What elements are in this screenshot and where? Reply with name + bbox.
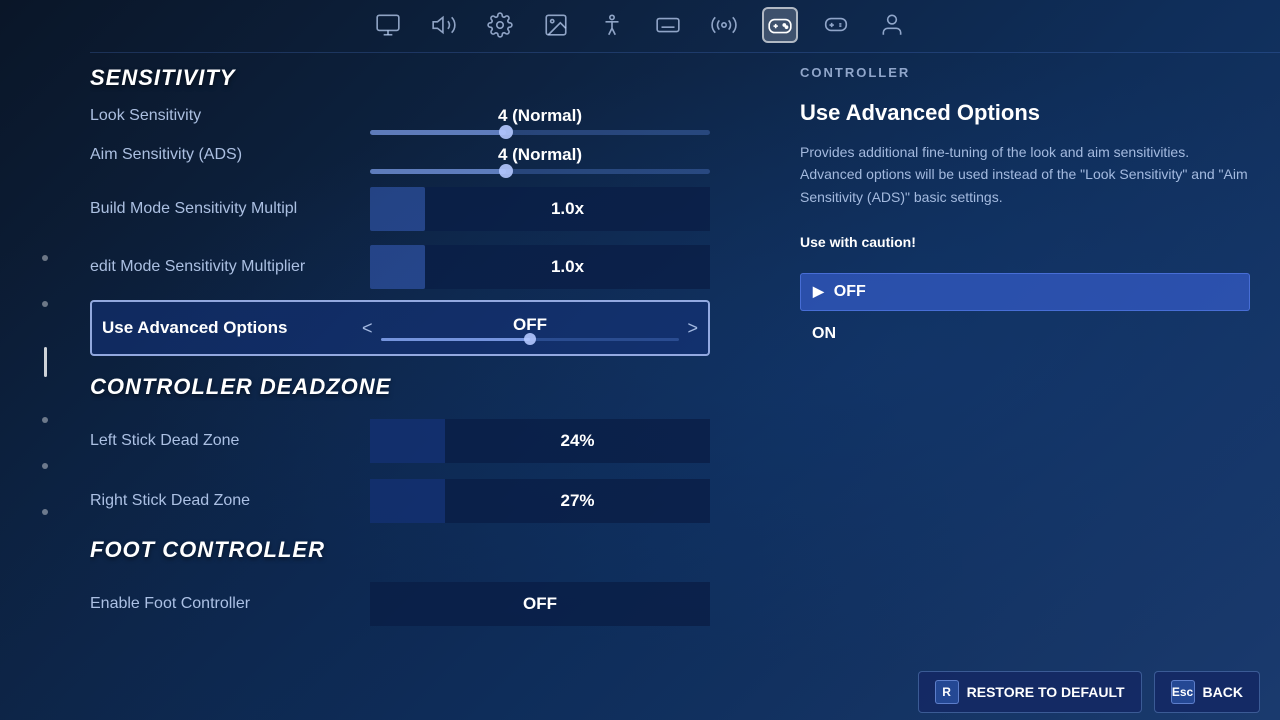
sensitivity-header: SENSITIVITY: [90, 65, 710, 91]
nav-settings[interactable]: [482, 7, 518, 43]
option-on[interactable]: ON: [800, 315, 1250, 353]
advanced-options-slider: [381, 338, 680, 341]
sidebar-dot-1: [42, 255, 48, 261]
enable-foot-controller-value: OFF: [370, 582, 710, 626]
nav-monitor[interactable]: [370, 7, 406, 43]
aim-sensitivity-row: Aim Sensitivity (ADS) 4 (Normal): [90, 145, 710, 174]
right-panel-section-title: CONTROLLER: [800, 65, 1250, 80]
right-panel-desc-text: Provides additional fine-tuning of the l…: [800, 144, 1248, 205]
aim-sensitivity-value: 4 (Normal): [370, 145, 710, 165]
build-mode-row: Build Mode Sensitivity Multipl 1.0x: [90, 184, 710, 234]
build-mode-value: 1.0x: [425, 187, 710, 231]
advanced-options-right-arrow[interactable]: >: [687, 318, 698, 339]
deadzone-header: CONTROLLER DEADZONE: [90, 374, 710, 400]
main-content: SENSITIVITY Look Sensitivity 4 (Normal) …: [90, 55, 710, 660]
right-panel: CONTROLLER Use Advanced Options Provides…: [770, 55, 1280, 367]
enable-foot-controller-row: Enable Foot Controller OFF: [90, 578, 710, 630]
left-stick-deadzone-label: Left Stick Dead Zone: [90, 432, 370, 450]
build-mode-label: Build Mode Sensitivity Multipl: [90, 200, 370, 218]
aim-sensitivity-label: Aim Sensitivity (ADS): [90, 146, 370, 164]
nav-display[interactable]: [538, 7, 574, 43]
advanced-options-value: OFF: [513, 315, 547, 335]
option-off-arrow: ▶: [813, 283, 824, 300]
nav-audio[interactable]: [426, 7, 462, 43]
nav-keyboard[interactable]: [650, 7, 686, 43]
sidebar-line: [44, 347, 47, 377]
nav-accessibility[interactable]: [594, 7, 630, 43]
back-label: BACK: [1203, 684, 1243, 700]
left-stick-deadzone-bar: [370, 419, 445, 463]
edit-mode-value: 1.0x: [425, 245, 710, 289]
edit-mode-label: edit Mode Sensitivity Multiplier: [90, 258, 370, 276]
sidebar-dot-2: [42, 301, 48, 307]
nav-divider: [90, 52, 1280, 53]
edit-mode-row: edit Mode Sensitivity Multiplier 1.0x: [90, 242, 710, 292]
advanced-options-value-area: OFF: [381, 315, 680, 341]
options-list: ▶ OFF ON: [800, 273, 1250, 353]
look-sensitivity-label: Look Sensitivity: [90, 107, 370, 125]
right-stick-deadzone-bar: [370, 479, 445, 523]
sidebar-dot-5: [42, 509, 48, 515]
option-off-label: OFF: [834, 283, 866, 301]
right-panel-description: Provides additional fine-tuning of the l…: [800, 141, 1250, 253]
restore-icon: R: [935, 680, 959, 704]
foot-controller-header: FOOT CONTROLLER: [90, 537, 710, 563]
right-stick-deadzone-value: 27%: [445, 479, 710, 523]
look-sensitivity-row: Look Sensitivity 4 (Normal): [90, 106, 710, 135]
use-advanced-options-row[interactable]: Use Advanced Options < OFF >: [90, 300, 710, 356]
advanced-options-left-arrow[interactable]: <: [362, 318, 373, 339]
sidebar-dot-3: [42, 417, 48, 423]
build-mode-bar: [370, 187, 425, 231]
right-stick-deadzone-label: Right Stick Dead Zone: [90, 492, 370, 510]
advanced-slider-fill: [381, 338, 530, 341]
left-sidebar: [0, 50, 90, 720]
look-sensitivity-value: 4 (Normal): [370, 106, 710, 126]
bottom-bar: R RESTORE TO DEFAULT Esc BACK: [0, 664, 1280, 720]
advanced-options-label: Use Advanced Options: [102, 318, 362, 338]
right-panel-caution: Use with caution!: [800, 234, 916, 250]
nav-gamepad[interactable]: [818, 7, 854, 43]
edit-mode-bar: [370, 245, 425, 289]
advanced-slider-thumb: [524, 333, 536, 345]
sidebar-dot-4: [42, 463, 48, 469]
restore-label: RESTORE TO DEFAULT: [967, 684, 1125, 700]
nav-controller[interactable]: [762, 7, 798, 43]
left-stick-deadzone-value: 24%: [445, 419, 710, 463]
left-stick-deadzone-row: Left Stick Dead Zone 24%: [90, 415, 710, 467]
option-off[interactable]: ▶ OFF: [800, 273, 1250, 311]
nav-account[interactable]: [874, 7, 910, 43]
nav-network[interactable]: [706, 7, 742, 43]
right-panel-heading: Use Advanced Options: [800, 100, 1250, 126]
restore-default-button[interactable]: R RESTORE TO DEFAULT: [918, 671, 1142, 713]
top-nav: [0, 0, 1280, 50]
right-stick-deadzone-row: Right Stick Dead Zone 27%: [90, 475, 710, 527]
back-icon: Esc: [1171, 680, 1195, 704]
back-button[interactable]: Esc BACK: [1154, 671, 1260, 713]
option-on-label: ON: [812, 325, 836, 343]
enable-foot-controller-label: Enable Foot Controller: [90, 595, 370, 613]
